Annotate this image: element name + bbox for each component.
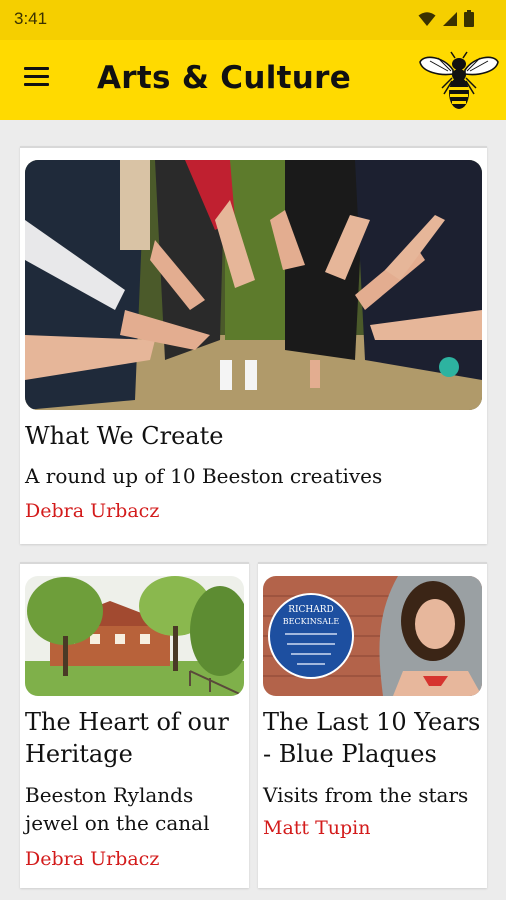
article-title: The Heart of our Heritage bbox=[25, 708, 229, 768]
plaque-line1: RICHARD bbox=[288, 605, 334, 615]
article-subtitle: A round up of 10 Beeston creatives bbox=[25, 464, 383, 488]
article-card-blue-plaques[interactable]: RICHARD BECKINSALE The Last 10 Years - B… bbox=[258, 562, 487, 888]
article-subtitle: Beeston Rylands jewel on the canal bbox=[25, 783, 210, 835]
page-title: Arts & Culture bbox=[97, 60, 352, 96]
article-title: The Last 10 Years - Blue Plaques bbox=[263, 708, 481, 768]
article-card-what-we-create[interactable]: What We Create A round up of 10 Beeston … bbox=[20, 146, 487, 544]
signal-icon bbox=[443, 11, 457, 26]
article-author[interactable]: Matt Tupin bbox=[263, 817, 370, 839]
article-subtitle: Visits from the stars bbox=[263, 783, 469, 807]
menu-icon[interactable] bbox=[24, 67, 50, 91]
article-title: What We Create bbox=[25, 422, 224, 450]
status-bar: 3:41 bbox=[0, 0, 506, 40]
article-card-heart-of-heritage[interactable]: The Heart of our Heritage Beeston Ryland… bbox=[20, 562, 249, 888]
article-list: What We Create A round up of 10 Beeston … bbox=[0, 120, 506, 900]
app-bar: Arts & Culture bbox=[0, 40, 506, 120]
bee-logo-icon[interactable] bbox=[418, 50, 500, 112]
article-image-hands bbox=[25, 160, 482, 410]
article-author[interactable]: Debra Urbacz bbox=[25, 848, 159, 870]
article-image-blue-plaque: RICHARD BECKINSALE bbox=[263, 576, 482, 696]
battery-icon bbox=[464, 10, 474, 27]
status-time: 3:41 bbox=[14, 9, 48, 28]
article-image-painting bbox=[25, 576, 244, 696]
plaque-line2: BECKINSALE bbox=[283, 617, 340, 626]
status-icons bbox=[418, 10, 474, 27]
wifi-icon bbox=[418, 11, 436, 26]
article-author[interactable]: Debra Urbacz bbox=[25, 500, 159, 522]
